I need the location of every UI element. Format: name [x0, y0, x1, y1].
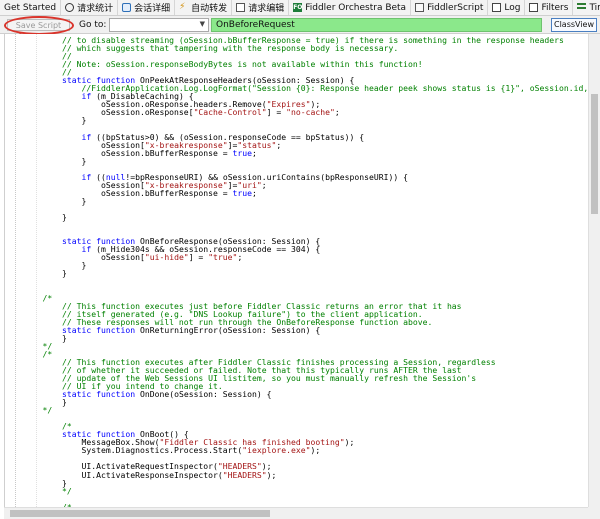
code-line: }	[23, 260, 87, 271]
code-text: // to disable streaming (oSession.bBuffe…	[23, 36, 589, 507]
code-editor[interactable]: // to disable streaming (oSession.bBuffe…	[4, 34, 589, 507]
checkbox-icon	[529, 3, 539, 12]
code-line: }	[23, 195, 87, 206]
fo-icon: FO	[293, 3, 303, 12]
lightning-icon: ⚡	[179, 2, 186, 12]
tab-label: FiddlerScript	[427, 2, 484, 13]
tab-label: 请求统计	[77, 4, 114, 14]
code-line: oSession["ui-hide"] = "true";	[23, 252, 243, 263]
code-line: oSession.bBufferResponse = true;	[23, 187, 257, 198]
tab-label: 自动转发	[191, 4, 228, 14]
tab-[interactable]: ⚡ 自动转发	[175, 0, 233, 15]
code-line: static function OnReturningError(oSessio…	[61, 324, 321, 335]
goto-label: Go to:	[79, 20, 107, 30]
scrollbar-thumb[interactable]	[10, 510, 270, 517]
script-icon	[415, 3, 425, 12]
code-line: }	[23, 397, 67, 408]
code-line: */	[23, 340, 53, 351]
tab-label: Timeline	[589, 2, 600, 13]
tab-label: 请求编辑	[248, 4, 285, 14]
tab-timeline[interactable]: Timeline	[573, 0, 600, 15]
tab-log[interactable]: Log	[488, 0, 526, 15]
code-line: }	[23, 332, 67, 343]
fold-guide	[15, 34, 16, 507]
tab-label: Get Started	[4, 2, 57, 13]
tab-label: Filters	[541, 2, 569, 13]
goto-dropdown[interactable]: ▼	[109, 18, 209, 32]
scrollbar-corner	[588, 507, 600, 519]
tab-[interactable]: 请求统计	[61, 0, 119, 15]
function-name-box[interactable]: OnBeforeRequest	[211, 18, 542, 32]
code-line: // Note: oSession.responseBodyBytes is n…	[23, 59, 423, 70]
tab-fiddlerscript[interactable]: FiddlerScript	[411, 0, 489, 15]
code-line: }	[23, 268, 67, 279]
code-line: UI.ActivateResponseInspector("HEADERS");	[23, 469, 277, 480]
code-line: oSession.bBufferResponse = true;	[23, 147, 257, 158]
tab-bar: Get Started 请求统计 会话详细 ⚡ 自动转发 请求编辑 FO Fiddler Or…	[0, 0, 600, 16]
edit-icon	[236, 3, 246, 12]
timeline-icon	[577, 3, 587, 12]
scrollbar-thumb[interactable]	[591, 94, 598, 214]
tab-[interactable]: 会话详细	[118, 0, 176, 15]
tab-get-started[interactable]: Get Started	[0, 0, 62, 15]
tab-filters[interactable]: Filters	[525, 0, 574, 15]
code-line: */	[23, 485, 72, 496]
horizontal-scrollbar[interactable]	[4, 507, 588, 519]
code-line: }	[23, 212, 67, 223]
chevron-down-icon[interactable]: ▼	[200, 20, 205, 28]
tab-label: Fiddler Orchestra Beta	[305, 2, 407, 13]
code-line: }	[23, 477, 67, 488]
code-line: }	[23, 115, 87, 126]
code-line: // which suggests that tampering with th…	[23, 43, 399, 54]
tab-label: 会话详细	[134, 4, 171, 14]
code-line: */	[23, 405, 53, 416]
code-line: oSession.oResponse["Cache-Control"] = "n…	[23, 107, 340, 118]
code-line: }	[23, 155, 87, 166]
classview-button[interactable]: ClassView	[551, 18, 597, 32]
code-line: static function OnDone(oSession: Session…	[61, 389, 272, 400]
clock-icon	[65, 3, 75, 12]
log-icon	[492, 3, 502, 12]
vertical-scrollbar[interactable]	[588, 34, 600, 507]
script-toolbar: Save Script Go to: ▼ OnBeforeRequest Cla…	[0, 16, 600, 34]
tab-[interactable]: 请求编辑	[232, 0, 290, 15]
tab-label: Log	[504, 2, 521, 13]
code-line: System.Diagnostics.Process.Start("iexplo…	[23, 445, 321, 456]
tab-fiddler-orchestra-beta[interactable]: FO Fiddler Orchestra Beta	[289, 0, 412, 15]
session-icon	[122, 3, 132, 12]
